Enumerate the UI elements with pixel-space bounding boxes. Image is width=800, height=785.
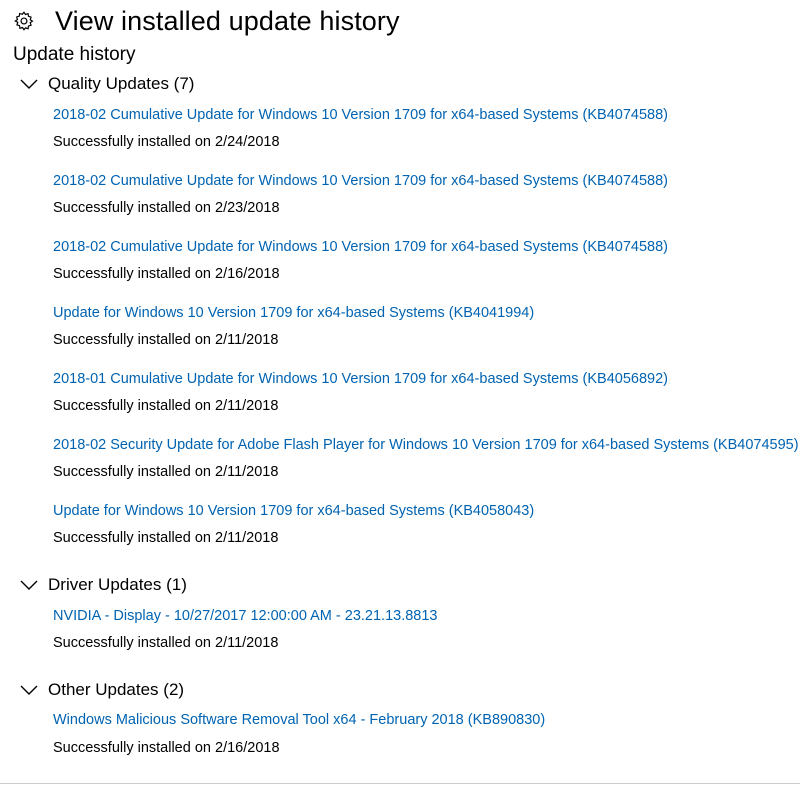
update-link[interactable]: Update for Windows 10 Version 1709 for x…	[53, 305, 534, 321]
group-header-other-updates[interactable]: Other Updates (2)	[20, 678, 184, 702]
update-status: Successfully installed on 2/11/2018	[53, 635, 279, 651]
page-title: View installed update history	[55, 5, 400, 36]
update-status: Successfully installed on 2/23/2018	[53, 200, 280, 216]
update-status: Successfully installed on 2/11/2018	[53, 332, 279, 348]
update-link[interactable]: 2018-02 Security Update for Adobe Flash …	[53, 437, 799, 453]
update-status: Successfully installed on 2/24/2018	[53, 134, 280, 150]
scroll-divider	[0, 783, 800, 784]
group-header-quality-updates[interactable]: Quality Updates (7)	[20, 72, 194, 96]
update-status: Successfully installed on 2/11/2018	[53, 464, 279, 480]
update-status: Successfully installed on 2/11/2018	[53, 398, 279, 414]
update-status: Successfully installed on 2/11/2018	[53, 530, 279, 546]
group-label: Driver Updates (1)	[48, 575, 187, 594]
page-header: View installed update history	[13, 4, 400, 38]
update-status: Successfully installed on 2/16/2018	[53, 740, 280, 756]
update-link[interactable]: 2018-02 Cumulative Update for Windows 10…	[53, 173, 668, 189]
update-link[interactable]: 2018-02 Cumulative Update for Windows 10…	[53, 239, 668, 255]
chevron-down-icon	[20, 79, 38, 89]
update-link[interactable]: Windows Malicious Software Removal Tool …	[53, 712, 545, 728]
update-link[interactable]: 2018-02 Cumulative Update for Windows 10…	[53, 107, 668, 123]
update-link[interactable]: Update for Windows 10 Version 1709 for x…	[53, 503, 534, 519]
group-label: Quality Updates (7)	[48, 74, 195, 93]
gear-icon[interactable]	[13, 10, 35, 32]
group-label: Other Updates (2)	[48, 680, 185, 699]
chevron-down-icon	[20, 685, 38, 695]
update-link[interactable]: 2018-01 Cumulative Update for Windows 10…	[53, 371, 668, 387]
group-header-driver-updates[interactable]: Driver Updates (1)	[20, 573, 187, 597]
chevron-down-icon	[20, 580, 38, 590]
update-status: Successfully installed on 2/16/2018	[53, 266, 280, 282]
section-subtitle: Update history	[13, 44, 136, 65]
update-link[interactable]: NVIDIA - Display - 10/27/2017 12:00:00 A…	[53, 608, 438, 624]
